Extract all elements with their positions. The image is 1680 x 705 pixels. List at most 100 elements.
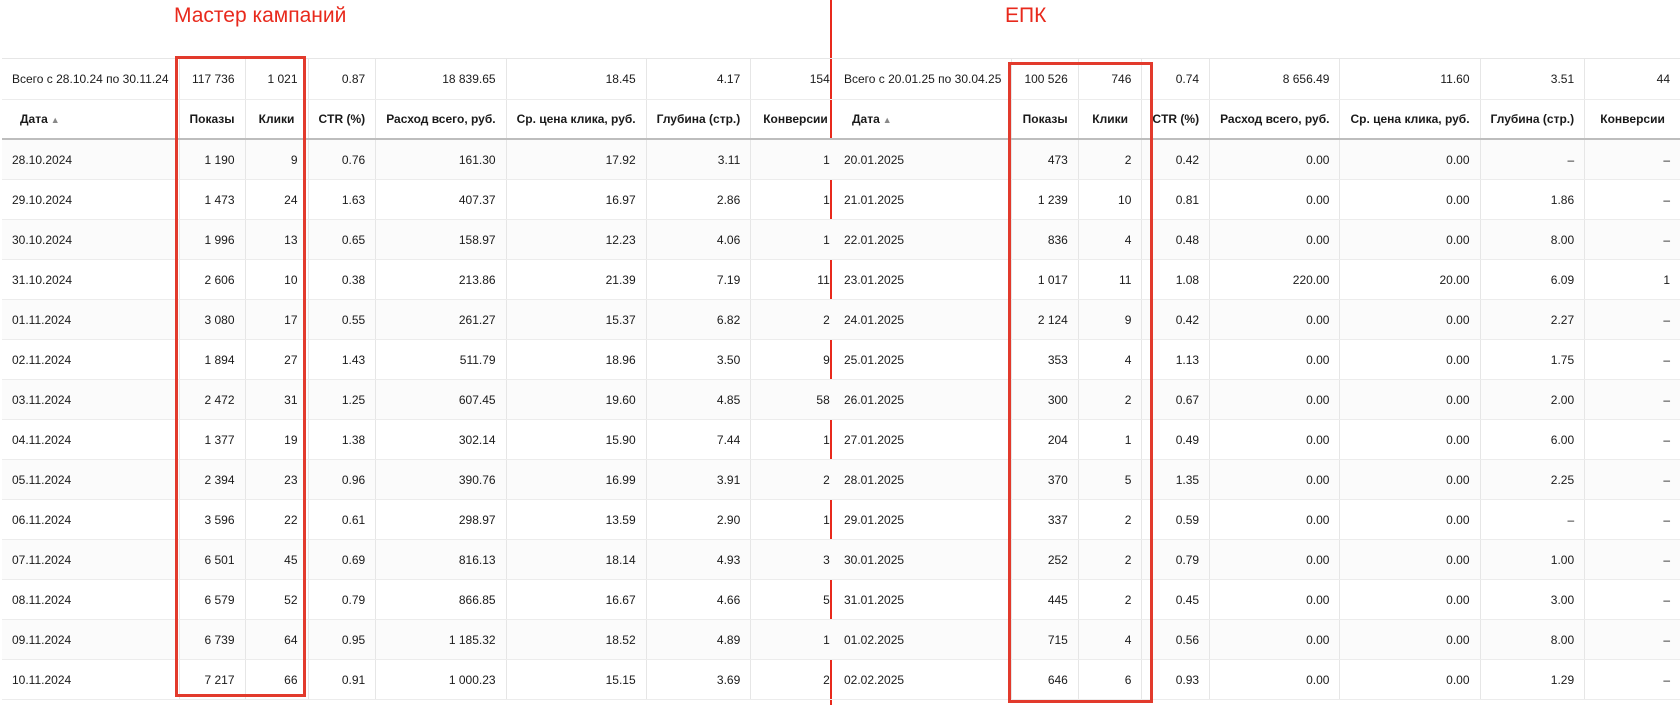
column-header-avg-cpc[interactable]: Ср. цена клика, руб.	[506, 99, 647, 140]
cell-ctr: 1.25	[308, 379, 377, 420]
column-header-depth[interactable]: Глубина (стр.)	[646, 99, 752, 140]
cell-depth: 6.00	[1480, 419, 1586, 460]
table-row: 02.11.2024 1 894 27 1.43 511.79 18.96 3.50 9	[2, 339, 840, 380]
column-header-conversions[interactable]: Конверсии	[750, 99, 840, 140]
cell-spend: 0.00	[1209, 379, 1341, 420]
cell-conversions: –	[1584, 339, 1680, 380]
cell-clicks: 19	[245, 419, 309, 460]
cell-depth: 6.82	[646, 299, 752, 340]
cell-clicks: 2	[1078, 499, 1143, 540]
column-header-spend[interactable]: Расход всего, руб.	[1209, 99, 1341, 140]
cell-depth: 4.93	[646, 539, 752, 580]
cell-impressions: 300	[1011, 379, 1079, 420]
column-header-depth[interactable]: Глубина (стр.)	[1480, 99, 1586, 140]
total-conversions: 154	[750, 58, 840, 100]
column-header-label: Ср. цена клика, руб.	[516, 112, 636, 126]
column-header-label: Клики	[258, 112, 295, 126]
column-header-label: CTR (%)	[1152, 112, 1200, 126]
cell-impressions: 646	[1011, 659, 1079, 700]
total-depth: 3.51	[1480, 58, 1586, 100]
table-row: 22.01.2025 836 4 0.48 0.00 0.00 8.00–	[834, 219, 1680, 260]
cell-clicks: 4	[1078, 339, 1143, 380]
cell-avg-cpc: 16.67	[506, 579, 647, 620]
table-row: 31.01.2025 445 2 0.45 0.00 0.00 3.00–	[834, 579, 1680, 620]
cell-conversions: 58	[750, 379, 840, 420]
column-header-conversions[interactable]: Конверсии	[1584, 99, 1680, 140]
cell-conversions: 3	[750, 539, 840, 580]
column-header-label: Расход всего, руб.	[1220, 112, 1330, 126]
column-header-avg-cpc[interactable]: Ср. цена клика, руб.	[1339, 99, 1481, 140]
cell-spend: 0.00	[1209, 139, 1341, 180]
column-header-clicks[interactable]: Клики	[1078, 99, 1143, 140]
cell-impressions: 836	[1011, 219, 1079, 260]
cell-date: 10.11.2024	[2, 659, 180, 700]
sort-ascending-icon[interactable]: ▲	[883, 115, 892, 125]
column-header-clicks[interactable]: Клики	[245, 99, 309, 140]
cell-conversions: –	[1584, 499, 1680, 540]
column-header-impressions[interactable]: Показы	[179, 99, 246, 140]
cell-date: 27.01.2025	[834, 419, 1013, 460]
column-header-label: Глубина (стр.)	[1490, 112, 1575, 126]
cell-avg-cpc: 12.23	[506, 219, 647, 260]
cell-depth: 2.25	[1480, 459, 1586, 500]
cell-conversions: 1	[1584, 259, 1680, 300]
cell-date: 25.01.2025	[834, 339, 1013, 380]
table-row: 03.11.2024 2 472 31 1.25 607.45 19.60 4.85 58	[2, 379, 840, 420]
cell-clicks: 6	[1078, 659, 1143, 700]
totals-label: Всего с 20.01.25 по 30.04.25	[834, 58, 1013, 100]
cell-impressions: 7 217	[179, 659, 246, 700]
cell-spend: 161.30	[375, 139, 507, 180]
cell-spend: 407.37	[375, 179, 507, 220]
cell-conversions: –	[1584, 219, 1680, 260]
total-conversions: 44	[1584, 58, 1680, 100]
cell-impressions: 445	[1011, 579, 1079, 620]
sort-ascending-icon[interactable]: ▲	[51, 115, 60, 125]
cell-date: 01.11.2024	[2, 299, 180, 340]
cell-ctr: 0.67	[1141, 379, 1211, 420]
cell-depth: 3.11	[646, 139, 752, 180]
cell-avg-cpc: 16.99	[506, 459, 647, 500]
cell-depth: 4.89	[646, 619, 752, 660]
cell-avg-cpc: 18.96	[506, 339, 647, 380]
cell-conversions: –	[1584, 459, 1680, 500]
column-header-impressions[interactable]: Показы	[1011, 99, 1079, 140]
cell-impressions: 1 894	[179, 339, 246, 380]
table-row: 04.11.2024 1 377 19 1.38 302.14 15.90 7.44 1	[2, 419, 840, 460]
cell-ctr: 1.43	[308, 339, 377, 380]
right-report-panel: Всего с 20.01.25 по 30.04.25 100 526 746 0.…	[834, 58, 1680, 700]
column-header-spend[interactable]: Расход всего, руб.	[375, 99, 507, 140]
cell-ctr: 0.56	[1141, 619, 1211, 660]
cell-conversions: 2	[750, 299, 840, 340]
cell-avg-cpc: 13.59	[506, 499, 647, 540]
cell-conversions: 1	[750, 139, 840, 180]
cell-conversions: –	[1584, 659, 1680, 700]
cell-spend: 0.00	[1209, 659, 1341, 700]
cell-spend: 0.00	[1209, 179, 1341, 220]
cell-ctr: 0.93	[1141, 659, 1211, 700]
cell-impressions: 3 080	[179, 299, 246, 340]
column-header-ctr[interactable]: CTR (%)	[308, 99, 377, 140]
cell-date: 30.10.2024	[2, 219, 180, 260]
cell-date: 23.01.2025	[834, 259, 1013, 300]
cell-ctr: 0.42	[1141, 299, 1211, 340]
table-row: 21.01.2025 1 239 10 0.81 0.00 0.00 1.86–	[834, 179, 1680, 220]
column-header-label: Конверсии	[763, 112, 828, 126]
cell-depth: 2.27	[1480, 299, 1586, 340]
cell-avg-cpc: 16.97	[506, 179, 647, 220]
totals-row: Всего с 28.10.24 по 30.11.24 117 736 1 021…	[2, 58, 840, 100]
cell-clicks: 4	[1078, 219, 1143, 260]
cell-depth: 2.00	[1480, 379, 1586, 420]
cell-conversions: –	[1584, 539, 1680, 580]
column-header-label: Ср. цена клика, руб.	[1350, 112, 1470, 126]
cell-date: 22.01.2025	[834, 219, 1013, 260]
column-header-date[interactable]: Дата ▲	[834, 99, 1013, 140]
cell-depth: 4.66	[646, 579, 752, 620]
cell-ctr: 0.45	[1141, 579, 1211, 620]
column-header-ctr[interactable]: CTR (%)	[1141, 99, 1211, 140]
cell-depth: 2.86	[646, 179, 752, 220]
column-header-date[interactable]: Дата ▲	[2, 99, 180, 140]
total-depth: 4.17	[646, 58, 752, 100]
cell-clicks: 31	[245, 379, 309, 420]
cell-date: 26.01.2025	[834, 379, 1013, 420]
table-row: 01.11.2024 3 080 17 0.55 261.27 15.37 6.82 2	[2, 299, 840, 340]
